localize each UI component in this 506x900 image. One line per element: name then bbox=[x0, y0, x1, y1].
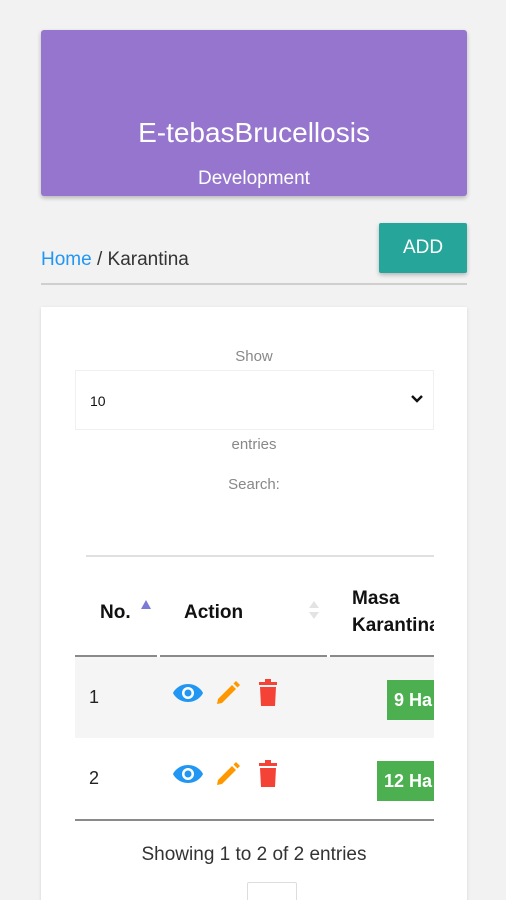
table-info: Showing 1 to 2 of 2 entries bbox=[141, 844, 367, 865]
table-row: 1 9 Ha bbox=[75, 657, 434, 738]
data-table: No. Action Masa Karantina 1 9 Ha 2 12 Ha bbox=[75, 555, 434, 823]
breadcrumb-home-link[interactable]: Home bbox=[41, 249, 92, 270]
eye-icon[interactable] bbox=[172, 762, 204, 786]
masa-karantina-badge: 12 Ha bbox=[377, 761, 434, 801]
column-header-masa-line-2: Karantina bbox=[352, 615, 434, 636]
app-subtitle: Development bbox=[198, 168, 310, 189]
column-header-action[interactable]: Action bbox=[184, 602, 243, 624]
add-button[interactable]: ADD bbox=[379, 223, 467, 273]
show-label: Show bbox=[235, 348, 273, 365]
chevron-down-icon bbox=[411, 395, 423, 403]
app-header: E-tebasBrucellosis Development bbox=[41, 30, 467, 196]
column-header-masa-karantina[interactable]: Masa Karantina bbox=[352, 585, 434, 639]
page-length-value: 10 bbox=[90, 393, 106, 409]
table-card: Show 10 entries Search: No. Action Masa … bbox=[41, 307, 467, 900]
pagination-button[interactable] bbox=[247, 882, 297, 900]
page-length-select[interactable]: 10 bbox=[75, 370, 434, 430]
row-number: 2 bbox=[89, 768, 100, 788]
sort-ascending-icon bbox=[141, 600, 151, 609]
table-bottom-divider bbox=[75, 819, 434, 821]
breadcrumb: Home / Karantina bbox=[41, 249, 189, 271]
search-label: Search: bbox=[228, 476, 280, 493]
masa-karantina-badge: 9 Ha bbox=[387, 680, 434, 720]
trash-icon[interactable] bbox=[256, 760, 280, 788]
pencil-icon[interactable] bbox=[214, 679, 242, 707]
eye-icon[interactable] bbox=[172, 681, 204, 705]
sort-icon bbox=[309, 601, 319, 619]
column-header-masa-line-1: Masa bbox=[352, 588, 400, 609]
breadcrumb-separator: / bbox=[91, 249, 108, 270]
row-number: 1 bbox=[89, 687, 100, 707]
breadcrumb-divider bbox=[41, 283, 467, 285]
trash-icon[interactable] bbox=[256, 679, 280, 707]
column-header-no[interactable]: No. bbox=[100, 602, 131, 624]
table-top-divider bbox=[86, 555, 434, 557]
table-row: 2 12 Ha bbox=[75, 738, 434, 819]
app-title: E-tebasBrucellosis bbox=[138, 117, 370, 148]
pencil-icon[interactable] bbox=[214, 760, 242, 788]
entries-label: entries bbox=[231, 436, 277, 453]
breadcrumb-current: Karantina bbox=[107, 249, 189, 270]
